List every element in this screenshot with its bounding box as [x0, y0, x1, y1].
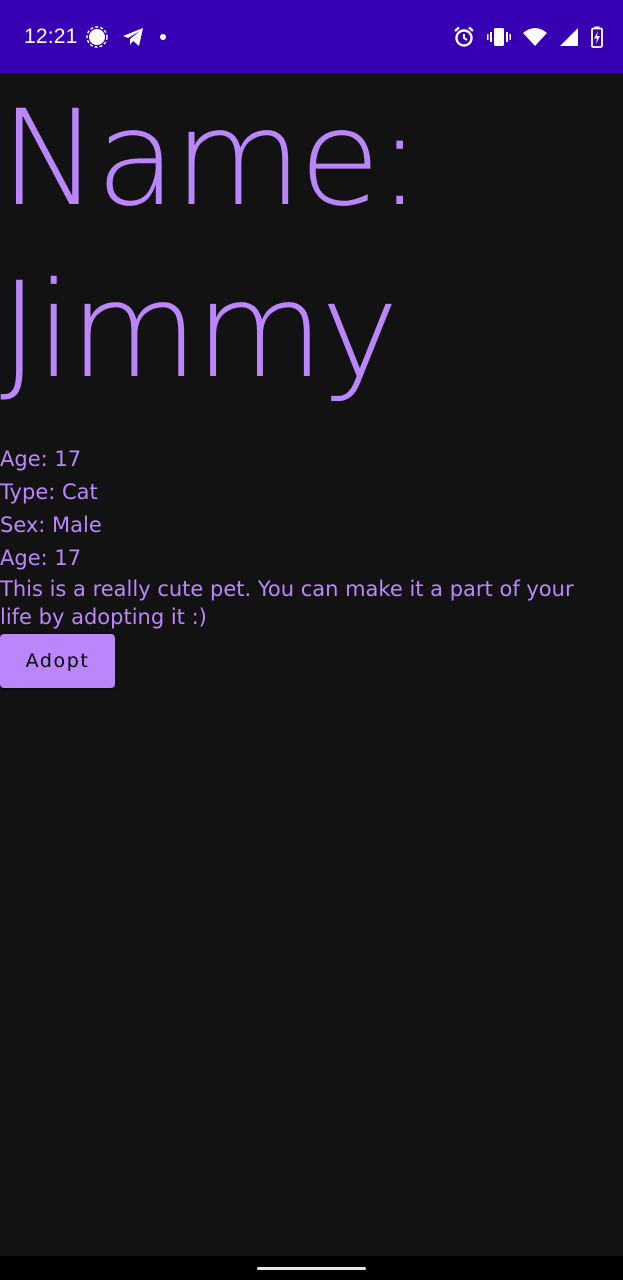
status-time: 12:21	[24, 25, 78, 48]
pet-age-repeat: Age: 17	[0, 546, 82, 570]
wifi-icon	[523, 27, 547, 47]
telegram-icon	[122, 27, 144, 47]
status-left-icons	[86, 25, 168, 49]
pet-detail-content: Name: Jimmy Age: 17 Type: Cat Sex: Male …	[0, 73, 623, 688]
pet-age: Age: 17	[0, 447, 82, 471]
pet-info-group: Age: 17 Type: Cat Sex: Male Age: 17	[0, 443, 623, 575]
navigation-bar	[0, 1256, 623, 1280]
pet-name-heading: Name: Jimmy	[0, 82, 422, 408]
status-right-icons	[453, 25, 603, 49]
pet-sex: Sex: Male	[0, 513, 102, 537]
pet-name-container: Name: Jimmy	[0, 73, 623, 443]
notification-dot-icon	[158, 32, 168, 42]
alarm-icon	[453, 26, 475, 48]
vibrate-icon	[487, 27, 511, 47]
home-indicator[interactable]	[257, 1267, 366, 1270]
battery-charging-icon	[591, 26, 603, 48]
status-bar: 12:21	[0, 0, 623, 73]
adopt-button[interactable]: Adopt	[0, 634, 115, 688]
pet-description: This is a really cute pet. You can make …	[0, 577, 574, 629]
signal-messenger-icon	[86, 26, 108, 48]
cell-signal-icon	[559, 27, 579, 47]
pet-type: Type: Cat	[0, 480, 98, 504]
